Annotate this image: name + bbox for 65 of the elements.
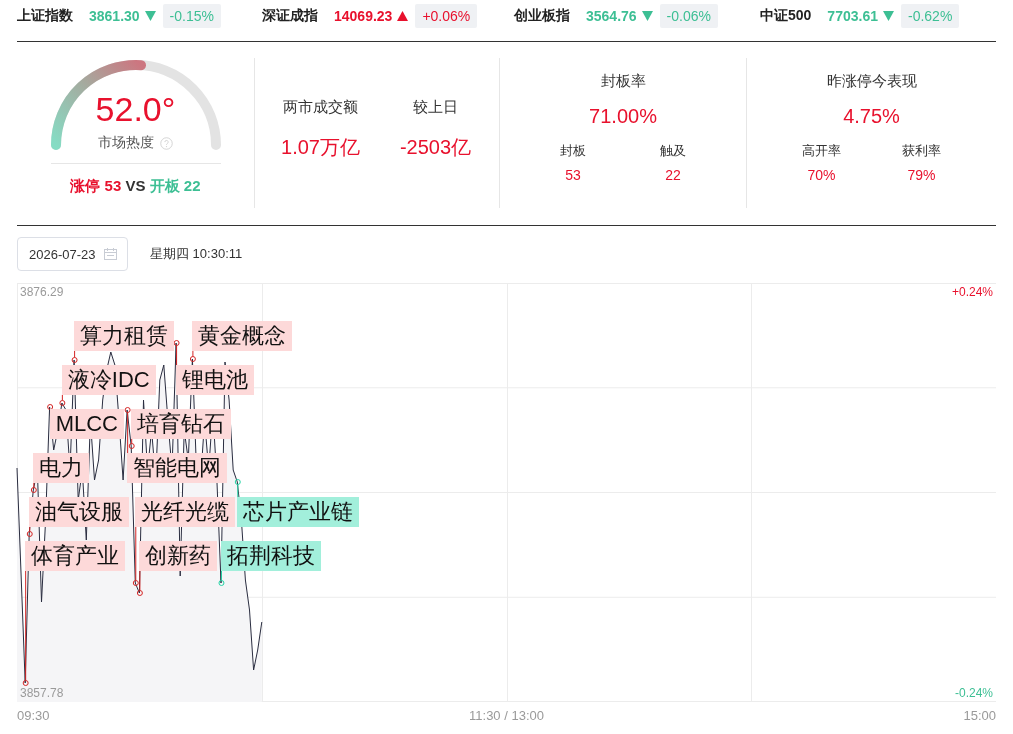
tag-leader: [26, 526, 33, 537]
concept-tag: 智能电网: [127, 453, 228, 483]
date-field[interactable]: 2026-07-23: [17, 237, 128, 271]
stat-value: -2503亿: [399, 135, 472, 160]
concept-tag: 算力租赁: [74, 321, 175, 351]
stat-value: 79%: [907, 166, 936, 184]
tag-leader: [173, 340, 180, 366]
index-change: -0.06%: [659, 4, 718, 28]
index-value: 7703.61: [827, 8, 878, 24]
index-value: 14069.23: [334, 8, 393, 24]
price-axis-label: 3857.78: [20, 686, 64, 700]
concept-tag: 体育产业: [25, 541, 126, 571]
concept-tag: 锂电池: [176, 365, 255, 395]
limit-up-vs-opened: 涨停 53 VS 开板 22: [70, 176, 201, 196]
price-axis-label: 3876.29: [20, 285, 64, 299]
time-axis-label: 15:00: [963, 708, 996, 723]
index-change: -0.15%: [162, 4, 221, 28]
index-value: 3564.76: [586, 8, 637, 24]
tag-leader: [71, 350, 78, 363]
datetime-text: 星期四 10:30:11: [150, 245, 243, 263]
tag-leader: [189, 350, 196, 362]
stat-label: 获利率: [902, 142, 941, 160]
calendar-icon: [103, 248, 117, 260]
tag-leader: [47, 404, 54, 410]
stat-title: 封板率: [600, 71, 646, 91]
index-name: 上证指数: [17, 7, 73, 25]
concept-tag: 培育钻石: [131, 409, 232, 439]
tag-leader: [234, 479, 241, 498]
concept-tag: 芯片产业链: [237, 497, 360, 527]
index-change: +0.06%: [415, 4, 478, 28]
concept-tag: 光纤光缆: [135, 497, 236, 527]
concept-tag: 拓荆科技: [220, 541, 321, 571]
time-axis-label: 09:30: [17, 708, 50, 723]
stat-value: 4.75%: [843, 104, 900, 129]
stat-label: 较上日: [413, 97, 458, 117]
concept-tag: 创新药: [139, 541, 218, 571]
stat-label: 触及: [660, 142, 686, 160]
heat-value: 52.0°: [95, 90, 176, 128]
stat-value: 70%: [807, 166, 836, 184]
tag-leader: [218, 570, 225, 586]
index-name: 中证500: [760, 7, 812, 25]
index-name: 深证成指: [262, 7, 318, 25]
stat-value: 22: [665, 166, 681, 184]
index-name: 创业板指: [514, 7, 570, 25]
stat-value: 1.07万亿: [281, 135, 360, 160]
help-icon[interactable]: [160, 136, 173, 150]
stat-label: 两市成交额: [283, 97, 358, 117]
stat-label: 封板: [560, 142, 586, 160]
concept-tag: 黄金概念: [192, 321, 293, 351]
heat-label: 市场热度: [98, 134, 154, 152]
stat-title: 昨涨停今表现: [826, 71, 917, 91]
stat-label: 高开率: [802, 142, 841, 160]
tag-leader: [30, 482, 37, 493]
stat-value: 71.00%: [589, 104, 657, 129]
concept-tag: 油气设服: [29, 497, 130, 527]
tag-leader: [59, 394, 66, 406]
percent-axis-label: +0.24%: [951, 285, 993, 299]
index-value: 3861.30: [89, 8, 140, 24]
stat-value: 53: [565, 166, 581, 184]
concept-tag: 电力: [33, 453, 90, 483]
percent-axis-label: -0.24%: [954, 686, 993, 700]
concept-tag: MLCC: [49, 409, 124, 439]
concept-tag: 液冷IDC: [61, 365, 156, 395]
index-change: -0.62%: [900, 4, 960, 28]
time-axis-label: 11:30 / 13:00: [469, 708, 544, 723]
